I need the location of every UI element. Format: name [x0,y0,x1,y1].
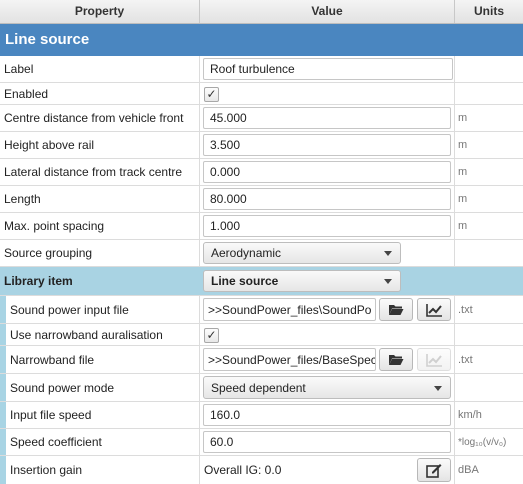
chart-icon [425,353,442,367]
chevron-down-icon [434,385,442,391]
insertion-gain-value: Overall IG: 0.0 [204,463,282,477]
row-label-label: Label [4,62,34,76]
nbfile-unit: .txt [458,353,473,366]
column-header-property[interactable]: Property [0,0,200,23]
length-input[interactable]: 80.000 [203,188,451,210]
row-height: Height above rail 3.500 m [0,132,523,159]
edit-insertion-gain-button[interactable] [417,458,451,482]
row-mode-label: Sound power mode [10,380,115,395]
library-item-label: Library item [4,274,73,288]
spfile-unit: .txt [458,303,473,316]
row-lateral-label: Lateral distance from track centre [4,165,183,179]
spacing-input[interactable]: 1.000 [203,215,451,237]
sound-power-mode-dropdown[interactable]: Speed dependent [203,376,451,399]
mode-value: Speed dependent [211,380,306,395]
row-label: Label Roof turbulence [0,56,523,83]
row-height-label: Height above rail [4,138,95,152]
row-nbfile-label: Narrowband file [10,352,95,367]
row-grouping: Source grouping Aerodynamic [0,240,523,267]
spacing-unit: m [458,220,468,232]
browse-narrowband-button[interactable] [379,348,413,371]
row-narrowband-label: Use narrowband auralisation [10,327,163,342]
row-length: Length 80.000 m [0,186,523,213]
lateral-input[interactable]: 0.000 [203,161,451,183]
row-narrowband: Use narrowband auralisation ✓ [0,324,523,346]
speed-unit: km/h [458,409,482,421]
chevron-down-icon [384,279,392,284]
row-enabled-label: Enabled [4,86,49,101]
height-unit: m [458,139,468,151]
row-centre-distance: Centre distance from vehicle front 45.00… [0,105,523,132]
row-sound-power-file: Sound power input file >>SoundPower_file… [0,296,523,324]
row-spacing: Max. point spacing 1.000 m [0,213,523,240]
row-speed-coefficient: Speed coefficient 60.0 *log₁₀(v/v₀) [0,429,523,456]
ig-unit: dBA [458,464,479,476]
height-input[interactable]: 3.500 [203,134,451,156]
library-item-row: Library item Line source [0,267,523,296]
column-header-units[interactable]: Units [455,0,523,23]
lateral-unit: m [458,166,468,178]
row-spacing-label: Max. point spacing [4,219,105,233]
row-coeff-label: Speed coefficient [10,435,102,449]
grouping-dropdown[interactable]: Aerodynamic [203,242,401,264]
row-speed-label: Input file speed [10,408,92,422]
row-grouping-label: Source grouping [4,246,93,260]
row-spfile-label: Sound power input file [10,302,129,317]
narrowband-checkbox[interactable]: ✓ [204,327,219,343]
row-lateral: Lateral distance from track centre 0.000… [0,159,523,186]
narrowband-file-input[interactable]: >>SoundPower_files/BaseSpec [203,348,376,371]
row-centre-label: Centre distance from vehicle front [4,111,184,125]
library-item-dropdown[interactable]: Line source [203,270,401,292]
input-speed-input[interactable]: 160.0 [203,404,451,426]
label-input[interactable]: Roof turbulence [203,58,453,80]
centre-unit: m [458,112,468,124]
row-input-speed: Input file speed 160.0 km/h [0,402,523,429]
grid-header: Property Value Units [0,0,523,24]
folder-open-icon [389,355,404,365]
row-sound-power-mode: Sound power mode Speed dependent [0,374,523,402]
edit-icon [426,463,442,478]
library-item-value: Line source [211,274,279,288]
row-length-label: Length [4,192,41,206]
enabled-checkbox[interactable]: ✓ [204,86,219,102]
centre-distance-input[interactable]: 45.000 [203,107,451,129]
length-unit: m [458,193,468,205]
coeff-unit: *log₁₀(v/v₀) [458,436,507,448]
plot-sound-power-button[interactable] [417,298,451,321]
plot-narrowband-button[interactable] [417,348,451,371]
row-ig-label: Insertion gain [10,463,83,477]
row-insertion-gain: Insertion gain Overall IG: 0.0 dBA [0,456,523,484]
chart-icon [425,303,442,317]
sound-power-file-input[interactable]: >>SoundPower_files\SoundPo [203,298,376,321]
section-title: Line source [0,24,523,56]
property-grid: Property Value Units Line source Label R… [0,0,523,484]
grouping-value: Aerodynamic [211,246,282,260]
folder-open-icon [389,305,404,315]
column-header-value[interactable]: Value [200,0,455,23]
chevron-down-icon [384,251,392,256]
speed-coefficient-input[interactable]: 60.0 [203,431,451,453]
row-enabled: Enabled ✓ [0,83,523,105]
browse-sound-power-button[interactable] [379,298,413,321]
row-narrowband-file: Narrowband file >>SoundPower_files/BaseS… [0,346,523,374]
